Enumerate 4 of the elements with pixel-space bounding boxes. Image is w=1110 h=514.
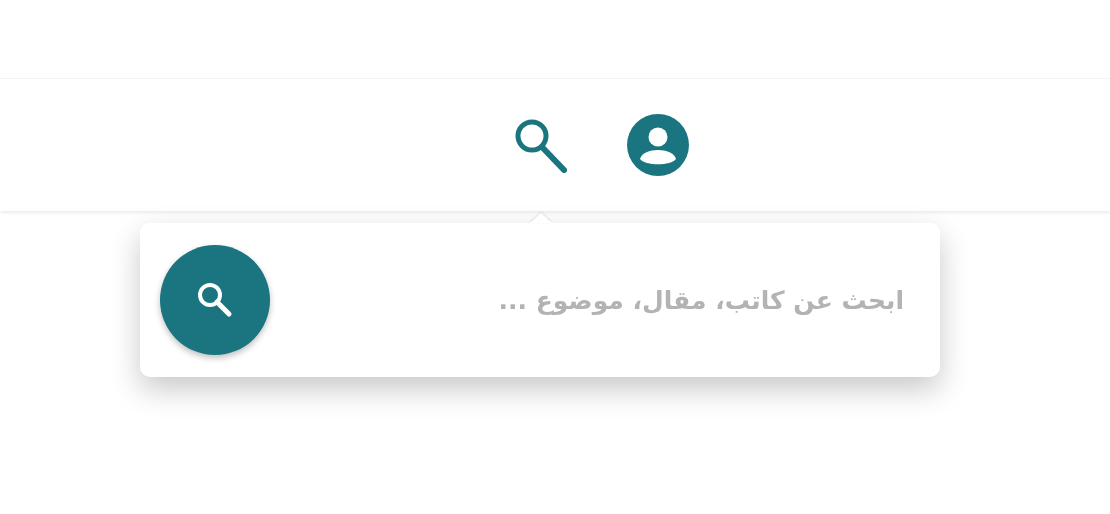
- search-button[interactable]: [160, 245, 270, 355]
- search-field[interactable]: ابحث عن كاتب، مقال، موضوع ...: [290, 284, 906, 316]
- search-icon[interactable]: [513, 117, 567, 173]
- user-avatar-icon[interactable]: [627, 114, 689, 176]
